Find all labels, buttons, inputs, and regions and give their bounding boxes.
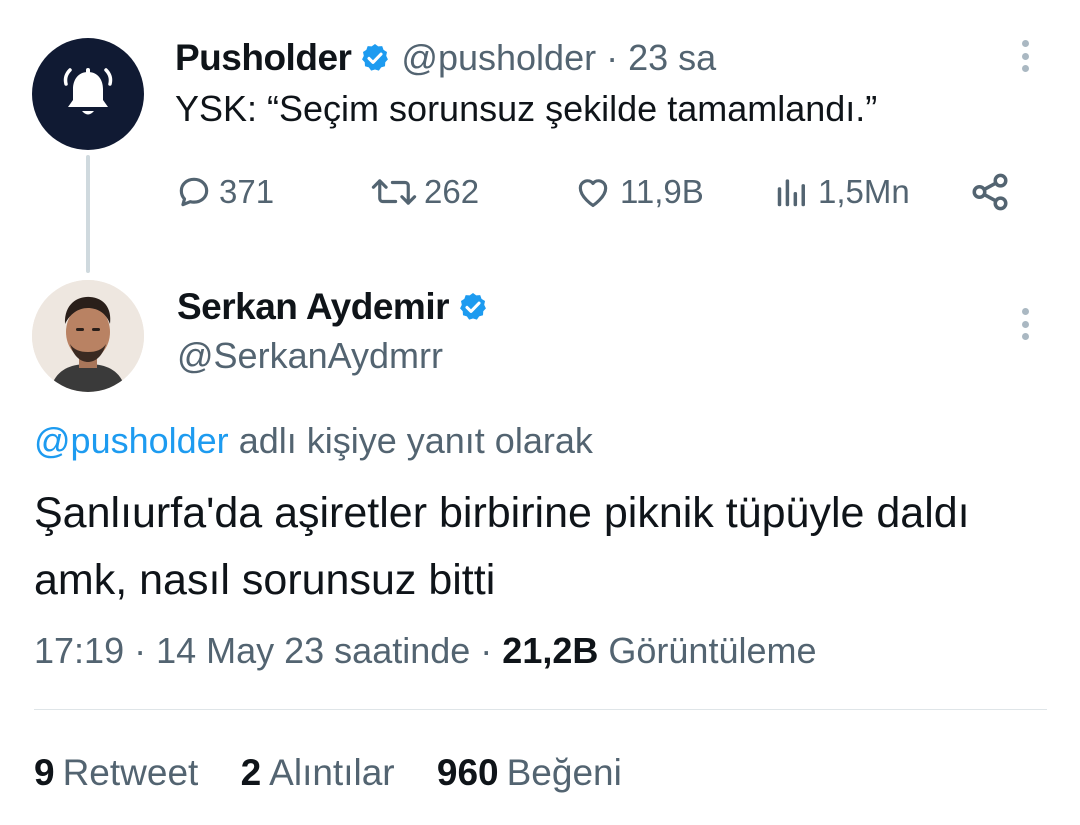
analytics-bars-icon	[777, 179, 805, 207]
parent-tweet-text: YSK: “Seçim sorunsuz şekilde tamamlandı.…	[175, 88, 878, 129]
likes-label: Beğeni	[506, 752, 622, 793]
like-button[interactable]: 11,9B	[572, 166, 704, 218]
view-count: 1,5Mn	[818, 173, 910, 210]
verified-badge-icon	[457, 291, 489, 323]
parent-handle[interactable]: @pusholder	[401, 37, 596, 79]
quotes-label: Alıntılar	[269, 752, 395, 793]
reply-count: 371	[219, 173, 275, 210]
retweet-icon	[371, 179, 417, 205]
parent-tweet-header: Pusholder @pusholder · 23 sa	[175, 36, 716, 80]
parent-tweet-actions: 371 262 11,9B 1,5Mn	[175, 166, 1015, 218]
reply-header: Serkan Aydemir	[177, 285, 499, 329]
reply-handle[interactable]: @SerkanAydmrr	[177, 335, 443, 377]
reply-tweet-text: Şanlıurfa'da aşiretler birbirine piknik …	[34, 489, 970, 604]
thread-connector-line	[86, 155, 90, 273]
views-button[interactable]: 1,5Mn	[772, 166, 910, 218]
parent-time-ago[interactable]: 23 sa	[628, 37, 716, 79]
likes-stat[interactable]: 960 Beğeni	[437, 752, 622, 793]
quotes-count: 2	[240, 752, 262, 793]
retweets-stat[interactable]: 9 Retweet	[34, 752, 198, 793]
view-count-value: 21,2B	[502, 630, 599, 671]
reply-button[interactable]: 371	[175, 166, 274, 218]
like-count: 11,9B	[620, 173, 704, 210]
heart-icon	[578, 179, 608, 208]
reply-icon	[179, 177, 209, 207]
more-options-icon[interactable]	[1013, 304, 1037, 344]
bell-ringing-icon	[63, 68, 113, 115]
view-count-label: Görüntüleme	[608, 630, 817, 671]
tweet-timestamp[interactable]: 17:19 · 14 May 23 saatinde ·	[34, 630, 492, 671]
retweet-count: 262	[424, 173, 480, 210]
engagement-stats: 9 Retweet 2 Alıntılar 960 Beğeni	[34, 752, 654, 794]
serkan-avatar[interactable]	[32, 280, 144, 392]
parent-display-name[interactable]: Pusholder	[175, 37, 352, 79]
retweet-button[interactable]: 262	[370, 166, 479, 218]
tweet-meta: 17:19 · 14 May 23 saatinde · 21,2B Görün…	[34, 630, 817, 672]
replying-to-line: @pusholder adlı kişiye yanıt olarak	[34, 420, 593, 462]
tweet-thread: Pusholder @pusholder · 23 sa YSK: “Seçim…	[0, 0, 1080, 825]
reply-suffix: adlı kişiye yanıt olarak	[238, 420, 593, 461]
share-button[interactable]	[969, 166, 1011, 218]
retweets-label: Retweet	[62, 752, 199, 793]
pusholder-avatar[interactable]	[32, 38, 144, 150]
quotes-stat[interactable]: 2 Alıntılar	[241, 752, 395, 793]
profile-photo	[32, 280, 144, 392]
reply-mention-link[interactable]: @pusholder	[34, 420, 229, 461]
likes-count: 960	[436, 752, 499, 793]
header-separator: ·	[606, 37, 619, 78]
verified-badge-icon	[359, 42, 391, 74]
reply-display-name[interactable]: Serkan Aydemir	[177, 286, 450, 328]
retweets-count: 9	[34, 752, 55, 793]
divider	[34, 709, 1047, 710]
share-icon	[972, 173, 1008, 211]
more-options-icon[interactable]	[1013, 36, 1037, 76]
